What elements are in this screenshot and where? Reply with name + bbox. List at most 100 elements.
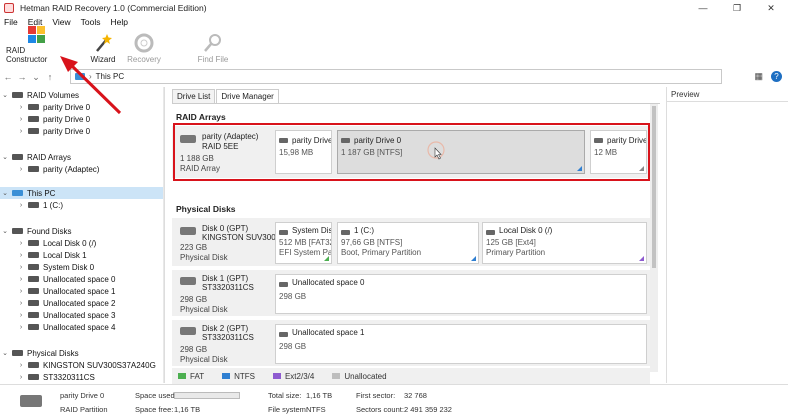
fat-marker-icon (324, 256, 329, 261)
collapse-icon[interactable]: ⌄ (0, 349, 10, 357)
tree-item-physical-disk[interactable]: › KINGSTON SUV300S37A240G (0, 359, 160, 371)
scrollbar-thumb[interactable] (652, 106, 656, 268)
tree-item-local-drive[interactable]: › 1 (C:) (0, 199, 160, 211)
tree-item-raid-volume[interactable]: › parity Drive 0 (0, 125, 160, 137)
expand-icon[interactable]: › (16, 202, 26, 209)
hdd-icon (12, 228, 23, 234)
partition-tile[interactable]: 1 (C:) 97,66 GB [NTFS] Boot, Primary Par… (337, 222, 479, 264)
tree-item-raid-volume[interactable]: › parity Drive 0 (0, 101, 160, 113)
legend-label: Unallocated (344, 371, 387, 381)
partition-tile[interactable]: Local Disk 0 (/) 125 GB [Ext4] Primary P… (482, 222, 647, 264)
history-dropdown-button[interactable]: ⌄ (30, 72, 42, 83)
tree-item-physical-disk[interactable]: › ST3320311CS (0, 371, 160, 383)
partition-size: 298 GB (279, 342, 307, 351)
tree-item-found-disk[interactable]: › Unallocated space 4 (0, 321, 160, 333)
tree-item-found-disk[interactable]: › Unallocated space 1 (0, 285, 160, 297)
partition-tile[interactable]: System Disk 512 MB [FAT32] EFI System Pa… (275, 222, 332, 264)
disk-model: KINGSTON SUV300S (202, 233, 281, 242)
expand-icon[interactable]: › (16, 128, 26, 135)
tree-item-found-disk[interactable]: › Unallocated space 0 (0, 273, 160, 285)
total-size-label: Total size: (268, 391, 302, 400)
hdd-icon (12, 350, 23, 356)
collapse-icon[interactable]: ⌄ (0, 153, 10, 161)
expand-icon[interactable]: › (16, 240, 26, 247)
drive-icon (341, 230, 350, 235)
tree-item-found-disk[interactable]: › Local Disk 1 (0, 249, 160, 261)
hdd-icon (28, 252, 39, 258)
collapse-icon[interactable]: ⌄ (0, 227, 10, 235)
drive-icon (279, 332, 288, 337)
help-icon[interactable]: ? (771, 71, 782, 82)
expand-icon[interactable]: › (16, 276, 26, 283)
unallocated-tile[interactable]: Unallocated space 0 298 GB (275, 274, 647, 314)
tree-this-pc[interactable]: ⌄ This PC (0, 187, 163, 199)
expand-icon[interactable]: › (16, 252, 26, 259)
expand-icon[interactable]: › (16, 288, 26, 295)
expand-icon[interactable]: › (16, 324, 26, 331)
maximize-button[interactable]: ❐ (720, 0, 754, 16)
tree-raid-arrays[interactable]: ⌄ RAID Arrays (0, 151, 160, 163)
close-button[interactable]: ✕ (754, 0, 788, 16)
expand-icon[interactable]: › (16, 312, 26, 319)
space-used-bar (174, 392, 240, 399)
find-file-button[interactable]: Find File (196, 28, 230, 64)
disk-type: Physical Disk (180, 253, 228, 262)
tree-scrollbar[interactable] (163, 87, 164, 383)
physical-disk-info[interactable]: Disk 1 (GPT) ST3320311CS 298 GB Physical… (180, 274, 275, 314)
tree-item-found-disk[interactable]: › Unallocated space 3 (0, 309, 160, 321)
tree-item-found-disk[interactable]: › Unallocated space 2 (0, 297, 160, 309)
unallocated-tile[interactable]: Unallocated space 1 298 GB (275, 324, 647, 364)
menu-help[interactable]: Help (110, 17, 127, 27)
tree-label: Unallocated space 4 (43, 322, 116, 332)
expand-icon[interactable]: › (16, 300, 26, 307)
expand-icon[interactable]: › (16, 116, 26, 123)
ext-marker-icon (639, 256, 644, 261)
tree-found-disks[interactable]: ⌄ Found Disks (0, 225, 160, 237)
hdd-icon (28, 362, 39, 368)
tab-drive-list[interactable]: Drive List (172, 89, 216, 103)
forward-button[interactable]: → (16, 72, 28, 82)
expand-icon[interactable]: › (16, 362, 26, 369)
expand-icon[interactable]: › (16, 264, 26, 271)
hdd-icon (20, 395, 42, 407)
legend-swatch (222, 373, 231, 379)
menu-bar: File Edit View Tools Help (0, 16, 788, 28)
hdd-icon (28, 312, 39, 318)
tree-raid-volumes[interactable]: ⌄ RAID Volumes (0, 89, 160, 101)
tree-physical-disks[interactable]: ⌄ Physical Disks (0, 347, 160, 359)
view-mode-icon[interactable]: ▦ (754, 71, 763, 82)
back-button[interactable]: ← (2, 72, 14, 82)
tree-item-raid-volume[interactable]: › parity Drive 0 (0, 113, 160, 125)
ntfs-marker-icon (471, 256, 476, 261)
physical-disk-info[interactable]: Disk 0 (GPT) KINGSTON SUV300S 223 GB Phy… (180, 224, 281, 264)
app-logo-icon (4, 3, 14, 13)
collapse-icon[interactable]: ⌄ (0, 189, 10, 197)
up-button[interactable]: ↑ (44, 72, 56, 82)
physical-disks-heading: Physical Disks (176, 204, 236, 214)
raid-constructor-button[interactable]: RAID Constructor (6, 26, 68, 64)
disk-type: Physical Disk (180, 305, 228, 314)
menu-file[interactable]: File (4, 17, 18, 27)
expand-icon[interactable]: › (16, 374, 26, 381)
menu-tools[interactable]: Tools (81, 17, 101, 27)
tree-label: This PC (27, 188, 56, 198)
drive-manager-scrollbar[interactable] (650, 104, 658, 372)
recovery-button[interactable]: Recovery (126, 28, 162, 64)
address-bar[interactable]: › This PC (70, 69, 722, 84)
magnifier-icon (202, 33, 224, 53)
expand-icon[interactable]: › (16, 104, 26, 111)
menu-view[interactable]: View (52, 17, 70, 27)
collapse-icon[interactable]: ⌄ (0, 91, 10, 99)
tree-label: parity Drive 0 (43, 102, 91, 112)
tree-item-found-disk[interactable]: › Local Disk 0 (/) (0, 237, 160, 249)
minimize-button[interactable]: — (686, 0, 720, 16)
tree-item-raid-array[interactable]: › parity (Adaptec) (0, 163, 160, 175)
physical-disk-info[interactable]: Disk 2 (GPT) ST3320311CS 298 GB Physical… (180, 324, 275, 364)
puzzle-icon (26, 24, 48, 44)
breadcrumb-this-pc[interactable]: This PC (96, 72, 124, 81)
tab-drive-manager[interactable]: Drive Manager (216, 89, 279, 103)
wizard-button[interactable]: Wizard (88, 28, 118, 64)
tree-item-found-disk[interactable]: › System Disk 0 (0, 261, 160, 273)
window-controls: — ❐ ✕ (686, 0, 788, 16)
expand-icon[interactable]: › (16, 166, 26, 173)
